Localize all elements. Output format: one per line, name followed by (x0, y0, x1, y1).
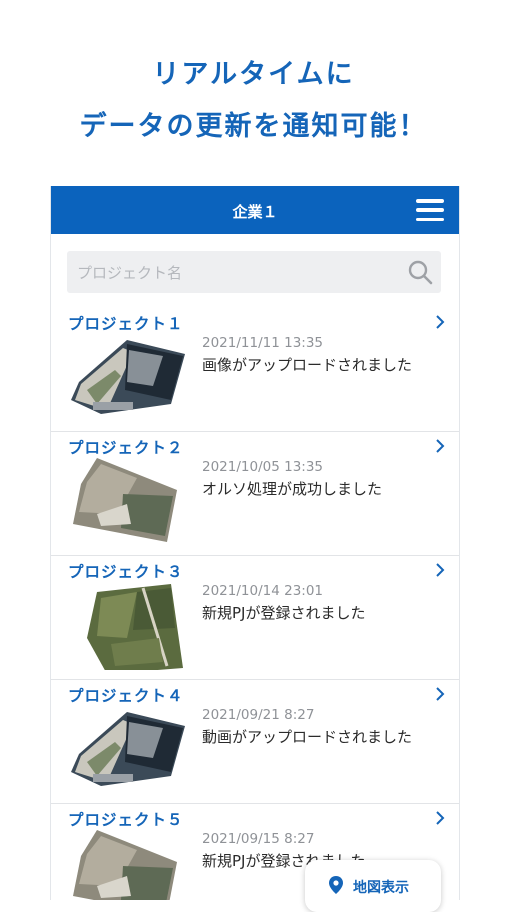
chevron-right-icon (436, 811, 445, 825)
project-message: 画像がアップロードされました (202, 356, 413, 374)
app-header: 企業１ (51, 186, 459, 234)
project-thumbnail (71, 712, 185, 786)
project-date: 2021/09/21 8:27 (202, 707, 315, 723)
map-view-label: 地図表示 (353, 880, 409, 896)
search-input[interactable] (75, 251, 399, 295)
hamburger-menu-icon[interactable] (416, 199, 444, 221)
project-row[interactable]: プロジェクト３ 2021/10/14 23:01 新規PJが登録されました (51, 556, 459, 680)
app-screen: 企業１ プロジェクト１ 2021/11/11 13:3 (50, 186, 460, 900)
project-row[interactable]: プロジェクト２ 2021/10/05 13:35 オルソ処理が成功しました (51, 432, 459, 556)
project-date: 2021/10/05 13:35 (202, 459, 324, 475)
project-thumbnail (87, 584, 183, 670)
chevron-right-icon (436, 439, 445, 453)
search-icon[interactable] (407, 259, 433, 285)
project-thumbnail (73, 830, 177, 900)
search-box (67, 251, 441, 295)
project-message: 新規PJが登録されました (202, 604, 366, 622)
project-thumbnail (73, 458, 177, 542)
chevron-right-icon (436, 687, 445, 701)
project-date: 2021/11/11 13:35 (202, 335, 324, 351)
chevron-right-icon (436, 315, 445, 329)
project-message: 動画がアップロードされました (202, 728, 413, 746)
map-view-button[interactable]: 地図表示 (305, 860, 441, 912)
project-row[interactable]: プロジェクト１ 2021/11/11 13:35 画像がアップロードされました (51, 308, 459, 432)
project-list: プロジェクト１ 2021/11/11 13:35 画像がアップロードされました … (51, 308, 459, 900)
company-title: 企業１ (232, 203, 278, 221)
project-message: オルソ処理が成功しました (202, 480, 383, 498)
headline-line-1: リアルタイムに (152, 59, 355, 90)
project-thumbnail (71, 340, 185, 414)
project-date: 2021/09/15 8:27 (202, 831, 315, 847)
headline-line-2: データの更新を通知可能！ (79, 111, 428, 142)
map-pin-icon (329, 876, 343, 894)
project-date: 2021/10/14 23:01 (202, 583, 324, 599)
chevron-right-icon (436, 563, 445, 577)
project-row[interactable]: プロジェクト４ 2021/09/21 8:27 動画がアップロードされました (51, 680, 459, 804)
